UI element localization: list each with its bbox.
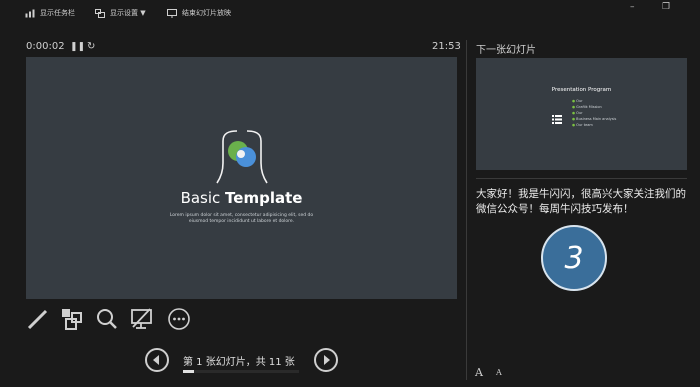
next-slide-title: Presentation Program bbox=[551, 87, 612, 93]
list-item: ● Our team bbox=[572, 123, 593, 127]
speaker-notes[interactable]: 大家好！我是牛闪闪，很高兴大家关注我们的微信公众号！每周牛闪技巧发布！ bbox=[476, 187, 691, 217]
display-settings-label: 显示设置 ▼ bbox=[110, 9, 146, 17]
pen-icon[interactable] bbox=[26, 307, 50, 331]
next-arrow-icon bbox=[324, 355, 330, 365]
slide-counter: 第 1 张幻灯片，共 11 张 bbox=[183, 357, 295, 368]
previous-slide-button[interactable] bbox=[145, 348, 169, 372]
minimize-button[interactable]: – bbox=[630, 2, 635, 12]
slide-subtitle-line2: eiusmod tempor incididunt ut labore et d… bbox=[188, 219, 295, 224]
notes-separator bbox=[476, 178, 687, 179]
step-number-badge: 3 bbox=[541, 225, 607, 291]
display-settings-button[interactable]: 显示设置 ▼ bbox=[95, 7, 146, 19]
black-screen-icon[interactable] bbox=[130, 307, 154, 331]
template-logo-icon bbox=[216, 130, 268, 184]
prev-arrow-icon bbox=[153, 355, 159, 365]
end-show-icon bbox=[167, 8, 177, 18]
slide-progress-fill bbox=[183, 370, 194, 373]
next-slide-thumbnail[interactable]: Presentation Program ● Our ● Grafiik Mis… bbox=[476, 58, 687, 170]
list-icon bbox=[552, 115, 562, 124]
next-slide-list: ● Our ● Grafiik Mission ● Our ● Business… bbox=[572, 98, 632, 128]
show-taskbar-button[interactable]: 显示任务栏 bbox=[25, 7, 75, 19]
reset-timer-button[interactable]: ↻ bbox=[87, 41, 95, 52]
restore-button[interactable]: ❐ bbox=[662, 2, 670, 12]
pane-divider[interactable] bbox=[466, 40, 467, 380]
zoom-icon[interactable] bbox=[95, 307, 119, 331]
end-show-button[interactable]: 结束幻灯片放映 bbox=[167, 7, 231, 19]
current-slide[interactable]: Basic Template Lorem ipsum dolor sit ame… bbox=[26, 57, 457, 299]
top-toolbar: 显示任务栏 显示设置 ▼ 结束幻灯片放映 – ❐ bbox=[0, 0, 700, 26]
current-time: 21:53 bbox=[432, 41, 461, 52]
slide-progress-bar bbox=[183, 370, 299, 373]
slide-title-bold: Template bbox=[225, 189, 303, 207]
show-taskbar-label: 显示任务栏 bbox=[40, 9, 75, 17]
end-show-label: 结束幻灯片放映 bbox=[182, 9, 231, 17]
slide-subtitle: Lorem ipsum dolor sit amet, consectetur … bbox=[166, 213, 317, 225]
decrease-font-button[interactable]: A bbox=[496, 368, 502, 377]
display-settings-icon bbox=[95, 8, 105, 18]
more-options-icon[interactable] bbox=[167, 307, 191, 331]
all-slides-icon[interactable] bbox=[60, 307, 84, 331]
next-slide-button[interactable] bbox=[314, 348, 338, 372]
taskbar-icon bbox=[25, 9, 35, 17]
pause-timer-button[interactable]: ❚❚ bbox=[70, 42, 85, 52]
increase-font-button[interactable]: A bbox=[475, 366, 483, 379]
slide-title-regular: Basic bbox=[180, 189, 226, 207]
next-slide-label: 下一张幻灯片 bbox=[476, 45, 536, 56]
slide-title: Basic Template bbox=[26, 189, 457, 207]
elapsed-timer: 0:00:02 bbox=[26, 41, 65, 52]
